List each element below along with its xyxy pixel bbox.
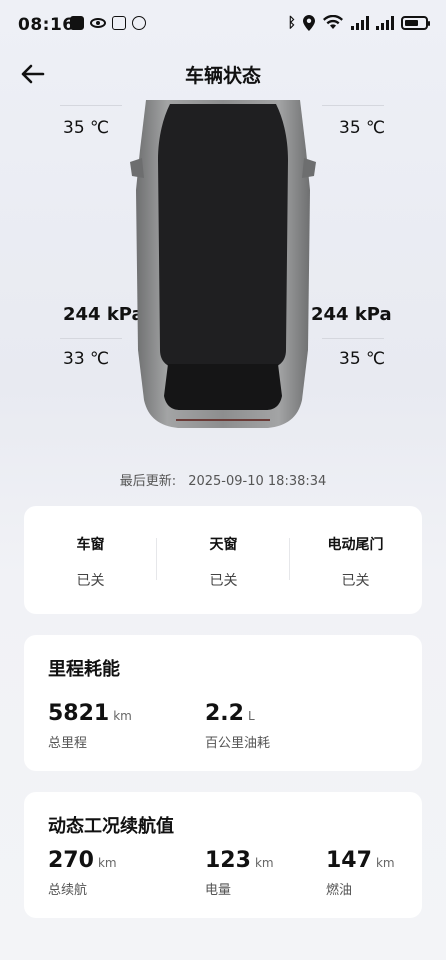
fuel-range-label: 燃油 xyxy=(326,883,353,898)
fuel-range-unit: km xyxy=(375,856,395,870)
last-update-label: 最后更新: xyxy=(119,474,177,489)
system-icons: ᛒ xyxy=(287,15,430,31)
range-card: 动态工况续航值 270 km 总续航 123 km 电量 147 km 燃油 xyxy=(24,792,422,918)
sunroof-value: 已关 xyxy=(209,573,238,589)
alarm-icon xyxy=(132,16,146,30)
signal-icon-2 xyxy=(376,16,394,30)
sunroof-status: 天窗 已关 xyxy=(157,506,290,590)
app-notification-icon xyxy=(70,16,84,30)
fuel-consumption: 2.2 L 百公里油耗 xyxy=(205,701,270,751)
car-top-view xyxy=(130,100,316,428)
status-time: 08:16 xyxy=(18,15,75,35)
nfc-icon xyxy=(112,16,126,30)
window-value: 已关 xyxy=(76,573,105,589)
top-bar: 车辆状态 xyxy=(0,55,446,93)
signal-icon-1 xyxy=(351,16,369,30)
tailgate-status: 电动尾门 已关 xyxy=(289,506,422,590)
total-range-value: 270 xyxy=(48,848,94,873)
divider xyxy=(322,338,384,339)
eye-icon xyxy=(90,18,106,28)
rear-left-temp: 33 ℃ xyxy=(63,349,110,369)
range-title: 动态工况续航值 xyxy=(48,816,174,837)
battery-range-unit: km xyxy=(254,856,274,870)
window-label: 车窗 xyxy=(76,537,105,553)
divider xyxy=(60,338,122,339)
fuel-range: 147 km 燃油 xyxy=(326,848,395,898)
battery-icon xyxy=(401,16,430,30)
battery-range: 123 km 电量 xyxy=(205,848,274,898)
tire-status-panel: 35 ℃ 35 ℃ 244 kPa 33 ℃ 244 kPa 35 ℃ xyxy=(0,100,446,440)
tailgate-value: 已关 xyxy=(341,573,370,589)
divider xyxy=(60,105,122,106)
total-mileage: 5821 km 总里程 xyxy=(48,701,132,751)
front-left-temp: 35 ℃ xyxy=(63,118,110,138)
notification-icons xyxy=(70,16,146,30)
sunroof-label: 天窗 xyxy=(209,537,238,553)
fuel-consumption-unit: L xyxy=(247,709,255,723)
openings-card: 车窗 已关 天窗 已关 电动尾门 已关 xyxy=(24,506,422,614)
total-range-label: 总续航 xyxy=(48,883,88,898)
total-range: 270 km 总续航 xyxy=(48,848,117,898)
location-icon xyxy=(303,15,315,31)
status-bar: 08:16 ᛒ xyxy=(0,0,446,52)
fuel-consumption-label: 百公里油耗 xyxy=(205,736,271,751)
battery-range-label: 电量 xyxy=(205,883,232,898)
last-update: 最后更新: 2025-09-10 18:38:34 xyxy=(0,470,446,489)
divider xyxy=(322,105,384,106)
mileage-card: 里程耗能 5821 km 总里程 2.2 L 百公里油耗 xyxy=(24,635,422,771)
rear-right-temp: 35 ℃ xyxy=(339,349,386,369)
fuel-consumption-value: 2.2 xyxy=(205,701,244,726)
wifi-icon xyxy=(323,15,343,29)
bluetooth-icon: ᛒ xyxy=(287,15,296,31)
total-mileage-unit: km xyxy=(113,709,132,723)
rear-right-pressure: 244 kPa xyxy=(311,304,392,325)
total-mileage-value: 5821 xyxy=(48,701,110,726)
page-title: 车辆状态 xyxy=(184,65,261,87)
front-right-temp: 35 ℃ xyxy=(339,118,386,138)
tailgate-label: 电动尾门 xyxy=(327,537,384,553)
last-update-time: 2025-09-10 18:38:34 xyxy=(188,474,327,489)
window-status: 车窗 已关 xyxy=(24,506,157,590)
fuel-range-value: 147 xyxy=(326,848,372,873)
total-mileage-label: 总里程 xyxy=(48,736,88,751)
total-range-unit: km xyxy=(97,856,117,870)
battery-range-value: 123 xyxy=(205,848,251,873)
mileage-title: 里程耗能 xyxy=(48,659,120,680)
